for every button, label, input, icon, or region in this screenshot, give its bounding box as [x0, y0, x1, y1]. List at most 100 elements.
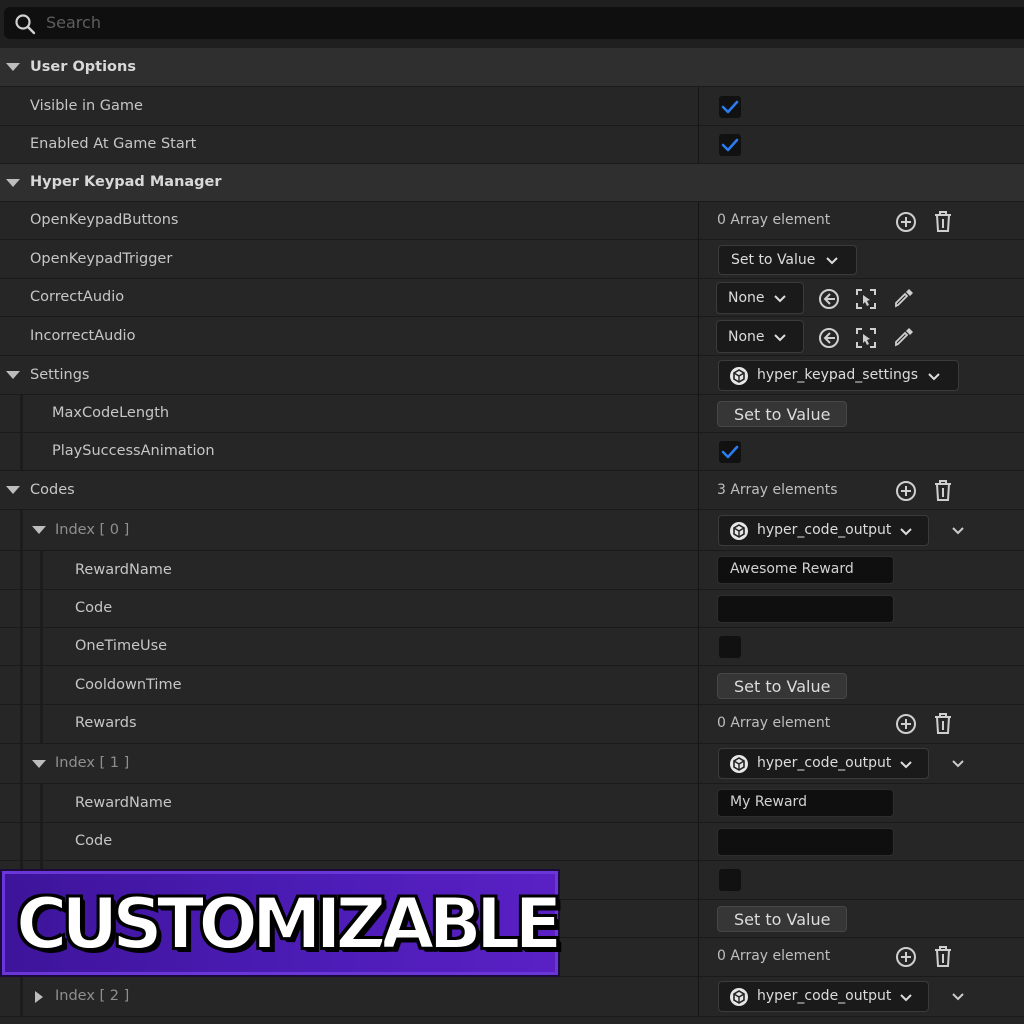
element-options-chevron-icon[interactable]: [951, 759, 965, 769]
set-to-value-dropdown[interactable]: Set to Value: [718, 245, 857, 275]
checkmark-icon: [721, 445, 739, 459]
set-to-value-button[interactable]: Set to Value: [717, 673, 847, 699]
column-divider[interactable]: [698, 823, 699, 860]
element-options-chevron-icon[interactable]: [951, 526, 965, 536]
code-input[interactable]: [717, 828, 894, 856]
visible-in-game-checkbox[interactable]: [719, 96, 741, 118]
array-index-row[interactable]: Index [ 1 ] hyper_code_output: [0, 744, 1024, 784]
code-output-asset-dropdown[interactable]: hyper_code_output: [718, 748, 929, 779]
code-output-asset-dropdown[interactable]: hyper_code_output: [718, 981, 929, 1012]
add-element-icon[interactable]: [895, 480, 917, 502]
asset-dropdown[interactable]: None: [716, 282, 804, 314]
set-to-value-button[interactable]: Set to Value: [717, 906, 847, 932]
search-placeholder: Search: [46, 13, 101, 32]
add-element-icon[interactable]: [895, 946, 917, 968]
property-row-open-keypad-trigger: OpenKeypadTrigger Set to Value: [0, 240, 1024, 279]
column-divider[interactable]: [698, 317, 699, 355]
blueprint-class-icon: [730, 367, 748, 385]
property-row-code: Code: [0, 590, 1024, 628]
trash-icon[interactable]: [932, 210, 954, 234]
column-divider[interactable]: [698, 784, 699, 822]
trash-icon[interactable]: [932, 945, 954, 969]
column-divider[interactable]: [698, 861, 699, 899]
expand-arrow-icon[interactable]: [35, 991, 43, 1003]
column-divider[interactable]: [698, 510, 699, 550]
column-divider[interactable]: [698, 240, 699, 278]
asset-dropdown[interactable]: None: [716, 320, 804, 353]
property-row-rewards: Rewards 0 Array element: [0, 705, 1024, 744]
trash-icon[interactable]: [932, 712, 954, 736]
blueprint-class-icon: [730, 522, 748, 540]
customizable-banner: CUSTOMIZABLE: [0, 869, 563, 977]
settings-asset-dropdown[interactable]: hyper_keypad_settings: [718, 360, 959, 391]
browse-asset-icon[interactable]: [854, 326, 878, 350]
index-label: Index [ 1 ]: [55, 755, 130, 771]
chevron-down-icon: [900, 994, 912, 1002]
column-divider[interactable]: [698, 666, 699, 704]
indent-guide: [40, 784, 43, 822]
use-selected-arrow-icon[interactable]: [817, 326, 841, 350]
column-divider[interactable]: [698, 126, 699, 163]
column-divider[interactable]: [698, 433, 699, 470]
property-row-visible-in-game: Visible in Game: [0, 87, 1024, 126]
column-divider[interactable]: [698, 471, 699, 509]
use-selected-arrow-icon[interactable]: [817, 287, 841, 311]
element-options-chevron-icon[interactable]: [951, 992, 965, 1002]
property-row-codes[interactable]: Codes 3 Array elements: [0, 471, 1024, 510]
column-divider[interactable]: [698, 356, 699, 394]
add-element-icon[interactable]: [895, 211, 917, 233]
collapse-arrow-icon[interactable]: [6, 179, 20, 187]
property-label: PlaySuccessAnimation: [52, 443, 215, 459]
property-row-enabled-at-start: Enabled At Game Start: [0, 126, 1024, 164]
one-time-use-checkbox[interactable]: [719, 869, 741, 891]
trash-icon[interactable]: [932, 479, 954, 503]
search-input[interactable]: Search: [4, 7, 1024, 39]
column-divider[interactable]: [698, 590, 699, 627]
eyedropper-icon[interactable]: [892, 286, 916, 310]
property-row-cooldown-time: CooldownTime Set to Value: [0, 666, 1024, 705]
array-index-row[interactable]: Index [ 2 ] hyper_code_output: [0, 977, 1024, 1017]
collapse-arrow-icon[interactable]: [32, 526, 46, 534]
column-divider[interactable]: [698, 938, 699, 976]
dropdown-label: None: [728, 329, 765, 345]
column-divider[interactable]: [698, 705, 699, 743]
property-row-settings[interactable]: Settings hyper_keypad_settings: [0, 356, 1024, 395]
banner-text: CUSTOMIZABLE: [15, 882, 563, 966]
category-user-options[interactable]: User Options: [0, 48, 1024, 87]
collapse-arrow-icon[interactable]: [6, 486, 20, 494]
indent-guide: [20, 433, 23, 470]
reward-name-input[interactable]: My Reward: [717, 789, 894, 817]
add-element-icon[interactable]: [895, 713, 917, 735]
column-divider[interactable]: [698, 900, 699, 937]
column-divider[interactable]: [698, 87, 699, 125]
play-success-checkbox[interactable]: [719, 441, 741, 463]
enabled-at-start-checkbox[interactable]: [719, 134, 741, 156]
array-index-row[interactable]: Index [ 0 ] hyper_code_output: [0, 510, 1024, 551]
code-input[interactable]: [717, 595, 894, 623]
property-label: Codes: [30, 482, 75, 498]
column-divider[interactable]: [698, 977, 699, 1016]
property-label: CooldownTime: [75, 677, 182, 693]
column-divider[interactable]: [698, 551, 699, 589]
collapse-arrow-icon[interactable]: [6, 63, 20, 71]
collapse-arrow-icon[interactable]: [32, 760, 46, 768]
column-divider[interactable]: [698, 744, 699, 783]
chevron-down-icon: [774, 295, 786, 303]
category-hyper-keypad-manager[interactable]: Hyper Keypad Manager: [0, 164, 1024, 202]
code-output-asset-dropdown[interactable]: hyper_code_output: [718, 515, 929, 546]
eyedropper-icon[interactable]: [892, 325, 916, 349]
property-label: Rewards: [75, 715, 137, 731]
collapse-arrow-icon[interactable]: [6, 371, 20, 379]
browse-asset-icon[interactable]: [854, 287, 878, 311]
one-time-use-checkbox[interactable]: [719, 636, 741, 658]
reward-name-input[interactable]: Awesome Reward: [717, 556, 894, 584]
column-divider[interactable]: [698, 395, 699, 432]
column-divider[interactable]: [698, 202, 699, 239]
column-divider[interactable]: [698, 279, 699, 316]
dropdown-label: Set to Value: [731, 252, 816, 268]
column-divider[interactable]: [698, 628, 699, 665]
set-to-value-button[interactable]: Set to Value: [717, 401, 847, 427]
property-label: CorrectAudio: [30, 289, 125, 305]
property-label: Code: [75, 833, 113, 849]
chevron-down-icon: [928, 373, 940, 381]
